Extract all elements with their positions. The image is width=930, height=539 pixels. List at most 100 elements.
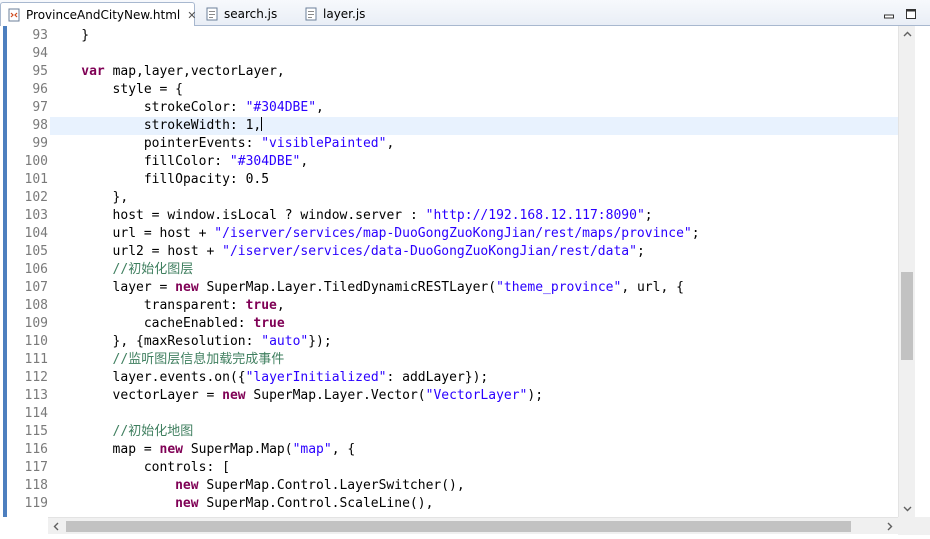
tab-layer-js[interactable]: layer.js <box>298 2 388 26</box>
code-line[interactable]: transparent: true, <box>50 297 898 315</box>
code-line[interactable]: //监听图层信息加载完成事件 <box>50 351 898 369</box>
code-text: vectorLayer = new SuperMap.Layer.Vector(… <box>113 387 543 405</box>
code-token: layer.events.on({ <box>112 370 246 385</box>
code-line[interactable]: //初始化图层 <box>50 261 898 279</box>
tab-province-and-city-new[interactable]: ProvinceAndCityNew.html ✕ <box>0 2 196 27</box>
code-text: cacheEnabled: true <box>144 315 285 333</box>
code-text: strokeColor: "#304DBE", <box>144 99 324 117</box>
overview-ruler <box>915 26 930 517</box>
line-number: 110 <box>24 334 48 349</box>
horizontal-scroll-thumb[interactable] <box>66 521 851 532</box>
code-token: host = window.isLocal ? window.server : <box>112 208 426 223</box>
code-token: fillColor: <box>143 154 230 169</box>
scroll-up-icon[interactable] <box>899 26 916 43</box>
code-token: map = <box>112 442 160 457</box>
code-token: }); <box>308 334 332 349</box>
comment-token: //初始化图层 <box>112 262 194 277</box>
js-file-icon <box>304 7 318 21</box>
code-text: //初始化图层 <box>113 261 194 279</box>
change-ruler <box>0 26 10 517</box>
line-number: 99 <box>32 136 48 151</box>
string-token: "auto" <box>261 334 309 349</box>
line-number: 97 <box>32 100 48 115</box>
comment-token: //初始化地图 <box>112 424 194 439</box>
code-line[interactable]: strokeColor: "#304DBE", <box>50 99 898 117</box>
code-line[interactable]: layer.events.on({"layerInitialized": add… <box>50 369 898 387</box>
code-line[interactable]: new SuperMap.Control.LayerSwitcher(), <box>50 477 898 495</box>
maximize-icon[interactable] <box>905 5 917 19</box>
code-text: url = host + "/iserver/services/map-DuoG… <box>113 225 700 243</box>
close-tab-icon[interactable]: ✕ <box>187 9 196 22</box>
code-token: url2 = host + <box>112 244 223 259</box>
editor-tab-bar: ProvinceAndCityNew.html ✕ search.js laye… <box>0 0 930 27</box>
code-line[interactable]: vectorLayer = new SuperMap.Layer.Vector(… <box>50 387 898 405</box>
code-text-area[interactable]: } var map,layer,vectorLayer, style = {stro… <box>50 26 898 517</box>
code-token: SuperMap.Control.ScaleLine(), <box>198 496 434 511</box>
tab-search-js[interactable]: search.js <box>199 2 309 26</box>
code-line[interactable]: //初始化地图 <box>50 423 898 441</box>
code-token: strokeColor: <box>143 100 246 115</box>
code-text: transparent: true, <box>144 297 285 315</box>
keyword-token: new <box>175 496 199 511</box>
code-token: SuperMap.Layer.TiledDynamicRESTLayer( <box>198 280 497 295</box>
scroll-down-icon[interactable] <box>899 500 916 517</box>
code-text: map = new SuperMap.Map("map", { <box>113 441 356 459</box>
code-line[interactable]: strokeWidth: 1, <box>50 117 898 135</box>
text-caret <box>261 117 263 131</box>
code-editor[interactable]: 93 94 95 96 97 98 99 100 101 102 103 104 105 106 107 10… <box>0 26 930 517</box>
scroll-left-icon[interactable] <box>48 518 65 535</box>
code-line[interactable]: } <box>50 27 898 45</box>
code-line[interactable]: var map,layer,vectorLayer, <box>50 63 898 81</box>
vertical-scrollbar[interactable] <box>898 26 915 517</box>
code-line[interactable]: style = { <box>50 81 898 99</box>
line-number: 103 <box>24 208 48 223</box>
code-line[interactable]: url = host + "/iserver/services/map-DuoG… <box>50 225 898 243</box>
code-text: }, <box>113 189 129 207</box>
keyword-token: new <box>175 280 199 295</box>
code-token: style = { <box>112 82 183 97</box>
code-token: , <box>300 154 309 169</box>
vertical-scroll-thumb[interactable] <box>901 271 913 360</box>
code-text: layer.events.on({"layerInitialized": add… <box>113 369 489 387</box>
minimize-icon[interactable] <box>883 5 895 19</box>
code-token: pointerEvents: <box>143 136 262 151</box>
line-number: 96 <box>32 82 48 97</box>
code-token: } <box>81 28 90 43</box>
horizontal-scrollbar[interactable] <box>48 517 898 534</box>
code-line[interactable]: layer = new SuperMap.Layer.TiledDynamicR… <box>50 279 898 297</box>
code-line[interactable]: pointerEvents: "visiblePainted", <box>50 135 898 153</box>
code-line[interactable]: host = window.isLocal ? window.server : … <box>50 207 898 225</box>
scroll-right-icon[interactable] <box>881 518 898 535</box>
code-line[interactable]: fillColor: "#304DBE", <box>50 153 898 171</box>
code-line[interactable]: controls: [ <box>50 459 898 477</box>
code-token: SuperMap.Control.LayerSwitcher(), <box>198 478 465 493</box>
code-line[interactable] <box>50 45 898 63</box>
code-line[interactable]: fillOpacity: 0.5 <box>50 171 898 189</box>
code-token: map,layer,vectorLayer, <box>104 64 285 79</box>
code-token: , { <box>331 442 356 457</box>
line-number: 100 <box>24 154 48 169</box>
line-number: 115 <box>24 424 48 439</box>
string-token: "map" <box>292 442 332 457</box>
line-number: 114 <box>24 406 48 421</box>
code-line[interactable]: map = new SuperMap.Map("map", { <box>50 441 898 459</box>
code-text: controls: [ <box>144 459 230 477</box>
code-line[interactable]: cacheEnabled: true <box>50 315 898 333</box>
string-token: "theme_province" <box>496 280 622 295</box>
code-text: url2 = host + "/iserver/services/data-Du… <box>113 243 645 261</box>
code-line[interactable]: }, {maxResolution: "auto"}); <box>50 333 898 351</box>
code-line[interactable]: url2 = host + "/iserver/services/data-Du… <box>50 243 898 261</box>
line-number: 107 <box>24 280 48 295</box>
code-line[interactable]: new SuperMap.Control.ScaleLine(), <box>50 495 898 513</box>
tab-label: ProvinceAndCityNew.html <box>26 8 181 22</box>
line-number: 104 <box>24 226 48 241</box>
gutter-footer <box>0 517 48 535</box>
code-line[interactable] <box>50 405 898 423</box>
keyword-token: new <box>175 478 199 493</box>
code-token: : addLayer}); <box>386 370 489 385</box>
keyword-token: var <box>81 64 105 79</box>
line-number: 108 <box>24 298 48 313</box>
code-line[interactable]: }, <box>50 189 898 207</box>
code-text: //监听图层信息加载完成事件 <box>113 351 285 369</box>
code-text: fillOpacity: 0.5 <box>144 171 269 189</box>
